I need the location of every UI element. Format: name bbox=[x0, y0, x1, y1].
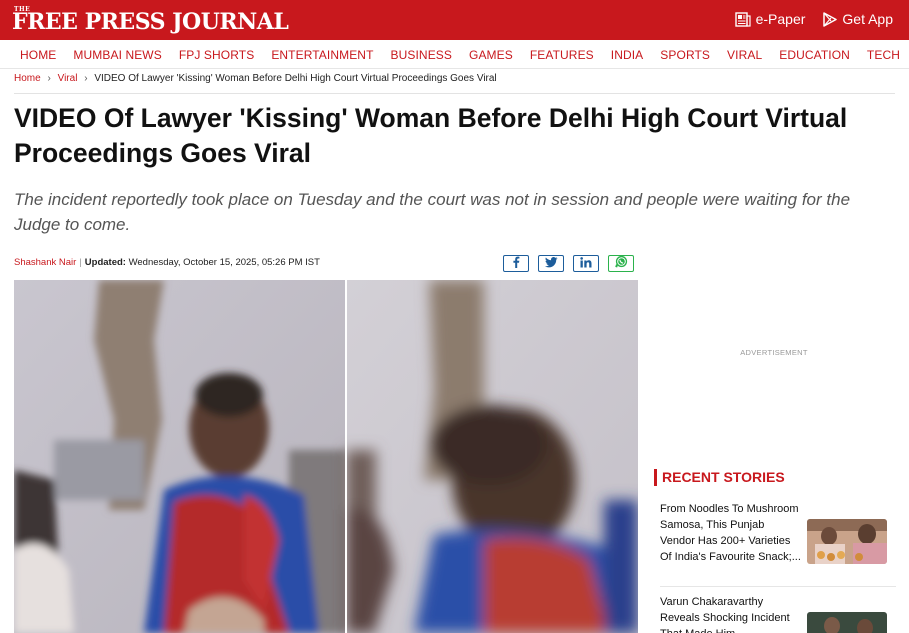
recent-story-item[interactable]: From Noodles To Mushroom Samosa, This Pu… bbox=[660, 501, 896, 581]
nav-list: HOME MUMBAI NEWS FPJ SHORTS ENTERTAINMEN… bbox=[0, 40, 909, 69]
article-headline: VIDEO Of Lawyer 'Kissing' Woman Before D… bbox=[14, 103, 848, 168]
whatsapp-icon bbox=[614, 255, 628, 273]
nav-item-viral[interactable]: VIRAL bbox=[727, 48, 762, 62]
divider bbox=[14, 93, 895, 94]
recent-story-thumbnail bbox=[807, 519, 887, 564]
share-linkedin-button[interactable] bbox=[573, 255, 599, 272]
updated-timestamp: Wednesday, October 15, 2025, 05:26 PM IS… bbox=[128, 257, 320, 268]
nav-item-home[interactable]: HOME bbox=[20, 48, 56, 62]
video-still-graphic bbox=[14, 280, 638, 633]
author-link[interactable]: Shashank Nair bbox=[14, 257, 76, 268]
recent-story-thumbnail bbox=[807, 612, 887, 633]
share-whatsapp-button[interactable] bbox=[608, 255, 634, 272]
share-facebook-button[interactable] bbox=[503, 255, 529, 272]
nav-item-entertainment[interactable]: ENTERTAINMENT bbox=[271, 48, 373, 62]
recent-story-item[interactable]: Varun Chakaravarthy Reveals Shocking Inc… bbox=[660, 594, 896, 633]
breadcrumb-separator: › bbox=[47, 73, 51, 84]
divider bbox=[660, 586, 896, 587]
nav-item-games[interactable]: GAMES bbox=[469, 48, 513, 62]
article-hero-image bbox=[14, 280, 638, 633]
nav-item-fpj-shorts[interactable]: FPJ SHORTS bbox=[179, 48, 254, 62]
nav-item-tech[interactable]: TECH bbox=[867, 48, 900, 62]
updated-label: Updated: bbox=[84, 257, 126, 268]
byline-divider: | bbox=[79, 257, 82, 268]
byline: Shashank Nair | Updated: Wednesday, Octobe… bbox=[14, 257, 320, 268]
logo-name: FREE PRESS JOURNAL bbox=[12, 9, 289, 35]
newspaper-icon bbox=[734, 11, 751, 27]
main-nav: HOME MUMBAI NEWS FPJ SHORTS ENTERTAINMEN… bbox=[0, 40, 909, 69]
nav-item-business[interactable]: BUSINESS bbox=[391, 48, 453, 62]
nav-item-mumbai-news[interactable]: MUMBAI NEWS bbox=[73, 48, 161, 62]
breadcrumb-home[interactable]: Home bbox=[14, 73, 41, 84]
nav-item-education[interactable]: EDUCATION bbox=[779, 48, 850, 62]
recent-stories-heading: RECENT STORIES bbox=[654, 469, 785, 486]
nav-item-india[interactable]: INDIA bbox=[611, 48, 644, 62]
nav-item-sports[interactable]: SPORTS bbox=[660, 48, 710, 62]
nav-item-features[interactable]: FEATURES bbox=[530, 48, 594, 62]
article-summary: The incident reportedly took place on Tu… bbox=[14, 190, 851, 234]
share-bar bbox=[503, 255, 634, 272]
linkedin-icon bbox=[580, 255, 592, 273]
breadcrumb: Home › Viral › VIDEO Of Lawyer 'Kissing'… bbox=[14, 73, 497, 84]
site-header: THE FREE PRESS JOURNAL e-Paper Get App bbox=[0, 0, 909, 40]
breadcrumb-section[interactable]: Viral bbox=[58, 73, 78, 84]
advertisement-label: ADVERTISEMENT bbox=[740, 348, 808, 357]
breadcrumb-current: VIDEO Of Lawyer 'Kissing' Woman Before D… bbox=[94, 73, 497, 84]
epaper-label: e-Paper bbox=[755, 11, 806, 27]
twitter-icon bbox=[544, 255, 558, 273]
get-app-link[interactable]: Get App bbox=[823, 11, 893, 27]
epaper-link[interactable]: e-Paper bbox=[734, 11, 806, 27]
share-twitter-button[interactable] bbox=[538, 255, 564, 272]
get-app-label: Get App bbox=[842, 11, 893, 27]
breadcrumb-separator: › bbox=[84, 73, 88, 84]
play-store-icon bbox=[823, 11, 838, 27]
header-actions: e-Paper Get App bbox=[734, 11, 893, 27]
recent-story-title: From Noodles To Mushroom Samosa, This Pu… bbox=[660, 503, 801, 563]
facebook-icon bbox=[512, 255, 520, 273]
recent-story-title: Varun Chakaravarthy Reveals Shocking Inc… bbox=[660, 596, 790, 633]
